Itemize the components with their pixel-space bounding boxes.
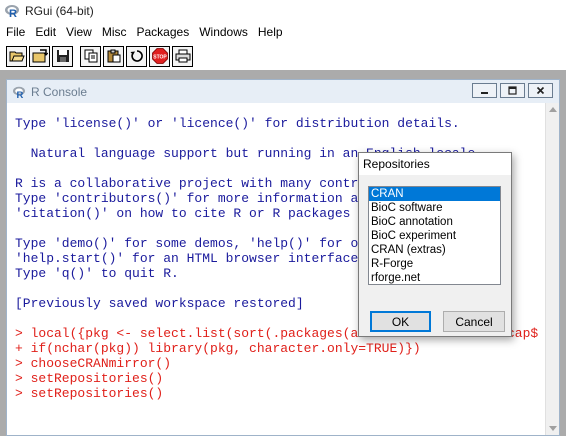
console-line: [Previously saved workspace restored] [15,296,304,311]
svg-text:R: R [17,90,24,99]
repo-item-cran[interactable]: CRAN [369,187,500,201]
console-line: Type 'q()' to quit R. [15,266,179,281]
console-line: Type 'contributors()' for more informati… [15,191,374,206]
cancel-button[interactable]: Cancel [443,311,505,332]
minimize-icon [481,92,488,94]
maximize-button[interactable] [500,83,525,98]
menu-misc[interactable]: Misc [97,22,132,42]
app-title: RGui (64-bit) [25,4,94,18]
dialog-titlebar[interactable]: Repositories [359,153,511,175]
console-input-line: > setRepositories() [15,371,164,386]
save-workspace-button[interactable] [52,45,73,67]
repo-item-cran-extras[interactable]: CRAN (extras) [369,243,500,257]
dialog-title: Repositories [363,157,430,171]
console-scrollbar[interactable] [545,103,559,435]
repo-item-r-forge[interactable]: R-Forge [369,257,500,271]
close-button[interactable] [528,83,553,98]
maximize-icon [508,86,517,95]
console-input-line: + if(nchar(pkg)) library(pkg, character.… [15,341,421,356]
console-input-line: > setRepositories() [15,386,164,401]
svg-text:R: R [9,8,17,19]
repo-item-bioc-software[interactable]: BioC software [369,201,500,215]
minimize-button[interactable] [472,83,497,98]
console-line: Type 'license()' or 'licence()' for dist… [15,116,460,131]
console-titlebar[interactable]: R R Console [7,80,559,103]
stop-label: STOP [153,55,167,61]
console-input-line: > chooseCRANmirror() [15,356,172,371]
print-button[interactable] [172,45,193,67]
repo-item-rforge-net[interactable]: rforge.net [369,271,500,284]
menu-edit[interactable]: Edit [30,22,61,42]
console-title: R Console [31,84,88,99]
menu-packages[interactable]: Packages [132,22,195,42]
toolbar: STOP [0,42,566,70]
copy-icon [84,49,97,63]
paste-icon [107,49,120,63]
open-script-button[interactable] [6,45,27,67]
repo-item-bioc-annotation[interactable]: BioC annotation [369,215,500,229]
menu-file[interactable]: File [0,22,30,42]
close-icon [536,86,545,95]
console-line: 'help.start()' for an HTML browser inter… [15,251,382,266]
load-workspace-icon [32,49,48,63]
scroll-down-arrow-icon[interactable] [549,426,557,431]
menubar: File Edit View Misc Packages Windows Hel… [0,22,566,42]
menu-view[interactable]: View [61,22,97,42]
stop-button[interactable]: STOP [149,45,170,67]
console-line: Type 'demo()' for some demos, 'help()' f… [15,236,382,251]
copy-paste-button[interactable] [126,45,147,67]
console-input-line: > local({pkg <- select.list(sort(.packag… [15,326,382,341]
r-logo-icon: R [5,5,19,19]
save-workspace-icon [56,50,69,62]
repositories-listbox[interactable]: CRAN BioC software BioC annotation BioC … [368,186,501,285]
app-titlebar: R RGui (64-bit) [0,0,566,22]
console-line: R is a collaborative project with many c… [15,176,382,191]
copy-button[interactable] [80,45,101,67]
paste-button[interactable] [103,45,124,67]
open-script-icon [9,51,25,62]
repo-item-bioc-experiment[interactable]: BioC experiment [369,229,500,243]
load-workspace-button[interactable] [29,45,50,67]
console-line: 'citation()' on how to cite R or R packa… [15,206,374,221]
scroll-up-arrow-icon[interactable] [549,107,557,112]
stop-icon: STOP [151,48,168,64]
r-console-icon: R [13,86,25,99]
repositories-dialog: Repositories CRAN BioC software BioC ann… [358,152,512,337]
copy-paste-icon [130,50,143,62]
print-icon [175,49,190,63]
window-controls [469,83,553,98]
menu-help[interactable]: Help [253,22,288,42]
ok-button[interactable]: OK [370,311,431,332]
menu-windows[interactable]: Windows [194,22,253,42]
